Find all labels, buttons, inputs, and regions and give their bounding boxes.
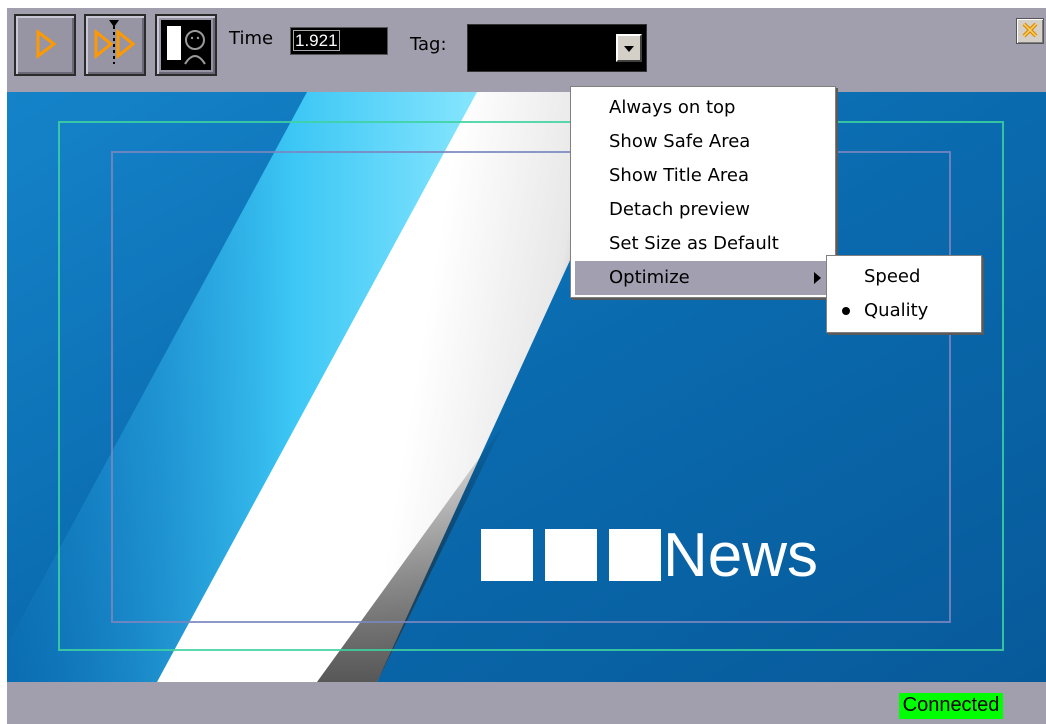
play-icon [36, 29, 57, 59]
menu-item-show-safe-area[interactable]: Show Safe Area [575, 125, 831, 159]
menu-item-show-title-area[interactable]: Show Title Area [575, 159, 831, 193]
submenu-item-speed-label: Speed [864, 266, 921, 287]
submenu-item-quality[interactable]: Quality [831, 294, 977, 328]
preview-mode-button[interactable] [155, 14, 217, 76]
preview-mode-icon [161, 20, 211, 70]
context-menu: Always on top Show Safe Area Show Title … [570, 86, 836, 298]
menu-item-set-size-default[interactable]: Set Size as Default [575, 227, 831, 261]
submenu-item-speed[interactable]: Speed [831, 260, 977, 294]
logo-square [481, 529, 533, 581]
submenu-item-quality-label: Quality [864, 300, 929, 321]
menu-item-detach-preview[interactable]: Detach preview [575, 193, 831, 227]
menu-item-optimize-label: Optimize [609, 267, 690, 288]
tag-select[interactable] [467, 24, 647, 72]
toolbar: Time 1.921 Tag: [7, 8, 1046, 92]
submenu-arrow-icon [814, 272, 821, 284]
step-forward-icon [94, 20, 136, 64]
broadcast-graphic [7, 92, 1046, 682]
play-button[interactable] [14, 14, 76, 76]
connection-status-badge: Connected [899, 693, 1003, 719]
logo-text: News [663, 521, 819, 590]
dropdown-arrow-icon [624, 46, 634, 52]
close-button[interactable] [1016, 18, 1044, 44]
radio-bullet-icon [842, 307, 850, 315]
time-value: 1.921 [293, 30, 340, 51]
status-bar: Connected [7, 682, 1046, 724]
tag-dropdown-button[interactable] [616, 34, 642, 62]
step-forward-button[interactable] [84, 14, 146, 76]
close-icon [1022, 22, 1038, 38]
time-label: Time [229, 28, 274, 49]
preview-canvas[interactable]: News [7, 92, 1046, 682]
optimize-submenu: Speed Quality [826, 255, 982, 333]
menu-item-always-on-top[interactable]: Always on top [575, 91, 831, 125]
menu-item-optimize[interactable]: Optimize [575, 261, 831, 295]
tag-label: Tag: [410, 34, 447, 55]
preview-window: Time 1.921 Tag: News Connected [7, 8, 1046, 724]
time-field[interactable]: 1.921 [290, 27, 388, 55]
logo-square [609, 529, 661, 581]
logo-square [545, 529, 597, 581]
